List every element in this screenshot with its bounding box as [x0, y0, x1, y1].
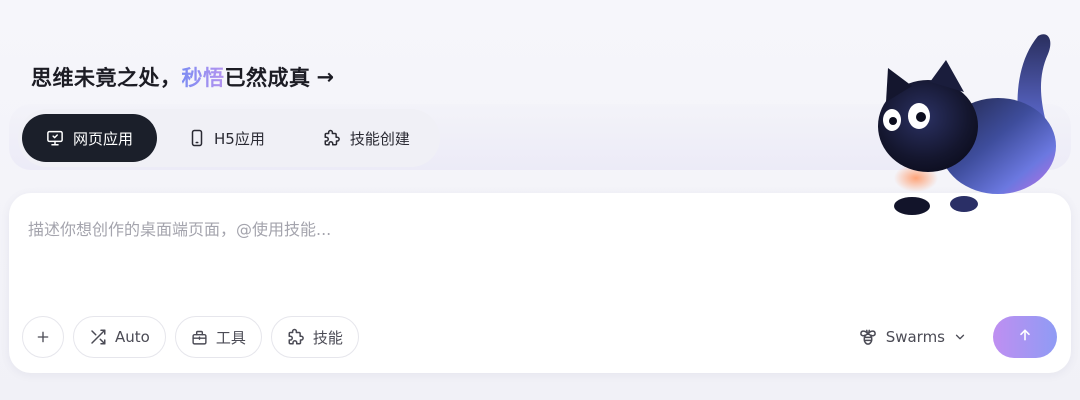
send-button[interactable] — [993, 316, 1057, 358]
arrow-right-icon[interactable]: → — [317, 65, 335, 89]
chevron-down-icon — [953, 330, 967, 344]
phone-icon — [189, 129, 205, 147]
tab-skill-create[interactable]: 技能创建 — [297, 114, 436, 162]
bee-icon — [858, 327, 878, 347]
tools-button[interactable]: 工具 — [174, 316, 262, 358]
tab-label: 技能创建 — [349, 129, 410, 148]
monitor-icon — [46, 129, 64, 147]
composer-toolbar-left: Auto 工具 技能 — [22, 316, 359, 358]
tools-label: 工具 — [215, 328, 246, 347]
tab-h5-app[interactable]: H5应用 — [163, 114, 291, 162]
add-button[interactable] — [22, 316, 64, 358]
auto-mode-button[interactable]: Auto — [73, 316, 166, 358]
tab-web-app[interactable]: 网页应用 — [22, 114, 158, 162]
prompt-input[interactable] — [26, 215, 930, 243]
arrow-up-icon — [1017, 327, 1033, 347]
model-label: Swarms — [885, 328, 945, 346]
headline-text: 思维未竟之处， — [31, 66, 182, 90]
headline-text-end: 已然成真 — [224, 66, 311, 90]
composer-toolbar-right: Swarms — [858, 316, 1057, 358]
tab-label: H5应用 — [214, 129, 265, 148]
plus-icon — [35, 329, 51, 345]
skills-button[interactable]: 技能 — [270, 316, 359, 358]
puzzle-icon — [287, 328, 305, 346]
skills-label: 技能 — [312, 328, 343, 347]
headline-accent: 秒悟 — [182, 62, 225, 92]
auto-mode-label: Auto — [115, 328, 150, 346]
toolbox-icon — [191, 329, 208, 346]
app-type-tabs: 网页应用 H5应用 技能创建 — [18, 109, 440, 167]
tab-label: 网页应用 — [73, 129, 134, 148]
shuffle-icon — [89, 328, 107, 346]
headline: 思维未竟之处， 秒悟 已然成真 → — [31, 60, 335, 94]
puzzle-icon — [323, 129, 341, 147]
model-select[interactable]: Swarms — [858, 327, 967, 347]
black-cat-mascot — [878, 34, 1056, 215]
